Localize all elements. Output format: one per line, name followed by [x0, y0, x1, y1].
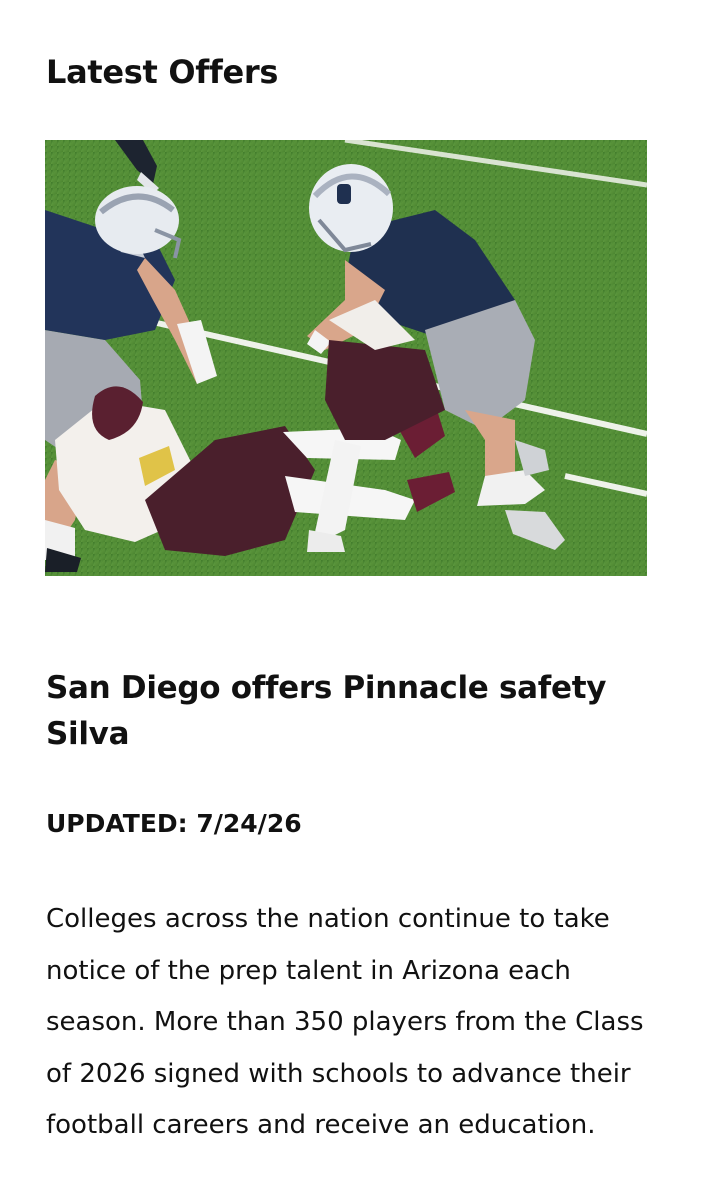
section-title: Latest Offers — [46, 53, 279, 91]
updated-date: UPDATED: 7/24/26 — [46, 809, 302, 838]
article-headline[interactable]: San Diego offers Pinnacle safety Silva — [46, 665, 666, 757]
football-tackle-photo-icon — [45, 140, 647, 576]
article-body: Colleges across the nation continue to t… — [46, 904, 644, 1140]
article-image[interactable] — [45, 140, 647, 576]
